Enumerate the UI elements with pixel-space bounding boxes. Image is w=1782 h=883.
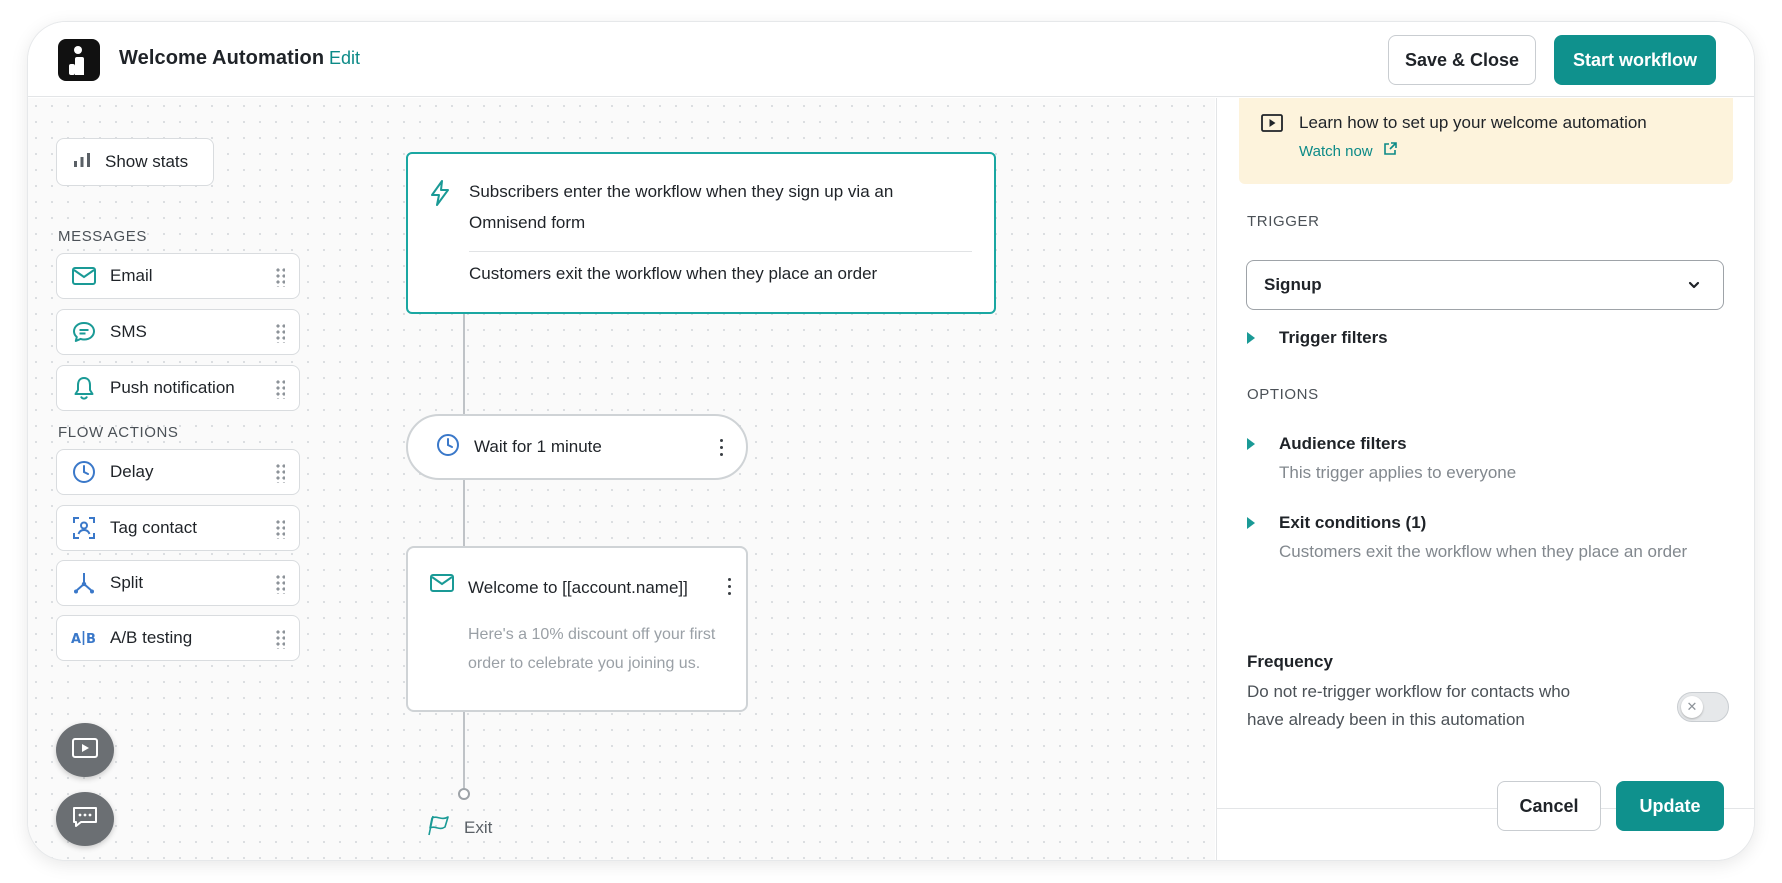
drag-handle-icon[interactable] — [275, 574, 285, 594]
save-close-button[interactable]: Save & Close — [1388, 35, 1536, 85]
banner-text: Learn how to set up your welcome automat… — [1299, 113, 1647, 132]
split-icon — [71, 570, 97, 596]
messages-heading: MESSAGES — [58, 228, 147, 245]
drag-handle-icon[interactable] — [275, 629, 285, 649]
caret-right-icon — [1247, 517, 1255, 529]
clock-icon — [436, 433, 460, 462]
exit-node-dot — [458, 788, 470, 800]
workflow-canvas[interactable]: Show stats MESSAGES Email SMS Push notif… — [28, 98, 1215, 860]
page-title: Welcome Automation — [119, 47, 325, 69]
email-node[interactable]: Welcome to [[account.name]] Here's a 10%… — [406, 546, 748, 712]
envelope-icon — [71, 263, 97, 289]
top-header: Welcome Automation Edit Save & Close Sta… — [28, 22, 1754, 97]
svg-text:B: B — [86, 632, 96, 647]
palette-item-ab-testing[interactable]: AB A/B testing — [56, 615, 300, 661]
watch-now-label: Watch now — [1299, 142, 1373, 160]
update-button[interactable]: Update — [1616, 781, 1724, 831]
exit-node: Exit — [426, 813, 492, 842]
drag-handle-icon[interactable] — [275, 463, 285, 483]
palette-item-label: Email — [110, 266, 153, 285]
email-subject: Welcome to [[account.name]] — [468, 578, 688, 597]
svg-text:A: A — [71, 632, 81, 647]
show-stats-button[interactable]: Show stats — [56, 138, 214, 186]
palette-item-label: Delay — [110, 462, 154, 481]
trigger-filters-expander[interactable]: Trigger filters — [1247, 328, 1388, 348]
ab-testing-icon: AB — [71, 625, 97, 651]
bar-chart-icon — [73, 152, 91, 173]
bell-icon — [71, 375, 97, 401]
tutorial-banner: Learn how to set up your welcome automat… — [1239, 98, 1733, 184]
flow-connector — [463, 480, 465, 546]
delay-node[interactable]: Wait for 1 minute — [406, 414, 748, 480]
flow-connector — [463, 712, 465, 788]
expander-subtitle: Customers exit the workflow when they pl… — [1279, 542, 1688, 561]
exit-label: Exit — [464, 817, 493, 837]
drag-handle-icon[interactable] — [275, 519, 285, 539]
caret-right-icon — [1247, 438, 1255, 450]
email-preview-text: Here's a 10% discount off your first ord… — [468, 626, 716, 672]
delay-label: Wait for 1 minute — [474, 437, 602, 456]
play-video-icon — [72, 737, 98, 763]
expander-title: Exit conditions (1) — [1279, 513, 1427, 532]
frequency-toggle[interactable]: ✕ — [1677, 692, 1729, 722]
flow-actions-heading: FLOW ACTIONS — [58, 424, 179, 441]
clock-icon — [71, 459, 97, 485]
settings-panel: Learn how to set up your welcome automat… — [1216, 98, 1754, 860]
palette-item-label: A/B testing — [110, 628, 193, 647]
brand-logo-icon — [58, 39, 100, 81]
palette-item-delay[interactable]: Delay — [56, 449, 300, 495]
exit-conditions-expander[interactable]: Exit conditions (1) Customers exit the w… — [1247, 513, 1687, 562]
frequency-description: Do not re-trigger workflow for contacts … — [1247, 682, 1571, 729]
palette-item-label: SMS — [110, 322, 147, 341]
chat-bubble-icon — [71, 319, 97, 345]
edit-title-link[interactable]: Edit — [329, 48, 360, 69]
drag-handle-icon[interactable] — [275, 267, 285, 287]
palette-item-label: Tag contact — [110, 518, 197, 537]
trigger-heading: TRIGGER — [1247, 213, 1320, 230]
options-heading: OPTIONS — [1247, 386, 1319, 403]
palette-item-tag-contact[interactable]: Tag contact — [56, 505, 300, 551]
drag-handle-icon[interactable] — [275, 323, 285, 343]
audience-filters-expander[interactable]: Audience filters This trigger applies to… — [1247, 434, 1516, 483]
app-window: Welcome Automation Edit Save & Close Sta… — [28, 22, 1754, 860]
trigger-entry-text: Subscribers enter the workflow when they… — [469, 182, 894, 232]
palette-item-email[interactable]: Email — [56, 253, 300, 299]
chat-icon — [72, 806, 98, 833]
drag-handle-icon[interactable] — [275, 379, 285, 399]
more-options-icon[interactable] — [718, 439, 724, 459]
video-tutorial-button[interactable] — [56, 723, 114, 777]
trigger-node[interactable]: Subscribers enter the workflow when they… — [406, 152, 996, 314]
show-stats-label: Show stats — [105, 152, 189, 171]
expander-title: Trigger filters — [1279, 328, 1388, 347]
cancel-button[interactable]: Cancel — [1497, 781, 1601, 831]
toggle-off-icon: ✕ — [1681, 696, 1703, 718]
trigger-exit-text: Customers exit the workflow when they pl… — [469, 264, 878, 283]
more-options-icon[interactable] — [726, 578, 732, 598]
trigger-divider — [469, 251, 972, 252]
expander-subtitle: This trigger applies to everyone — [1279, 463, 1517, 482]
trigger-select-value: Signup — [1264, 275, 1322, 294]
watch-now-link[interactable]: Watch now — [1299, 142, 1397, 160]
chevron-down-icon — [1687, 277, 1701, 297]
frequency-title: Frequency — [1247, 652, 1333, 671]
palette-item-sms[interactable]: SMS — [56, 309, 300, 355]
palette-item-label: Push notification — [110, 378, 235, 397]
chat-support-button[interactable] — [56, 792, 114, 846]
external-link-icon — [1383, 142, 1397, 160]
video-icon — [1261, 114, 1283, 137]
palette-item-split[interactable]: Split — [56, 560, 300, 606]
tag-contact-icon — [71, 515, 97, 541]
flow-connector — [463, 314, 465, 414]
palette-item-push-notification[interactable]: Push notification — [56, 365, 300, 411]
expander-title: Audience filters — [1279, 434, 1407, 453]
trigger-select[interactable]: Signup — [1246, 260, 1724, 310]
palette-item-label: Split — [110, 573, 144, 592]
start-workflow-button[interactable]: Start workflow — [1554, 35, 1716, 85]
flag-icon — [426, 813, 454, 842]
lightning-bolt-icon — [430, 180, 450, 211]
envelope-icon — [430, 574, 454, 597]
caret-right-icon — [1247, 332, 1255, 344]
